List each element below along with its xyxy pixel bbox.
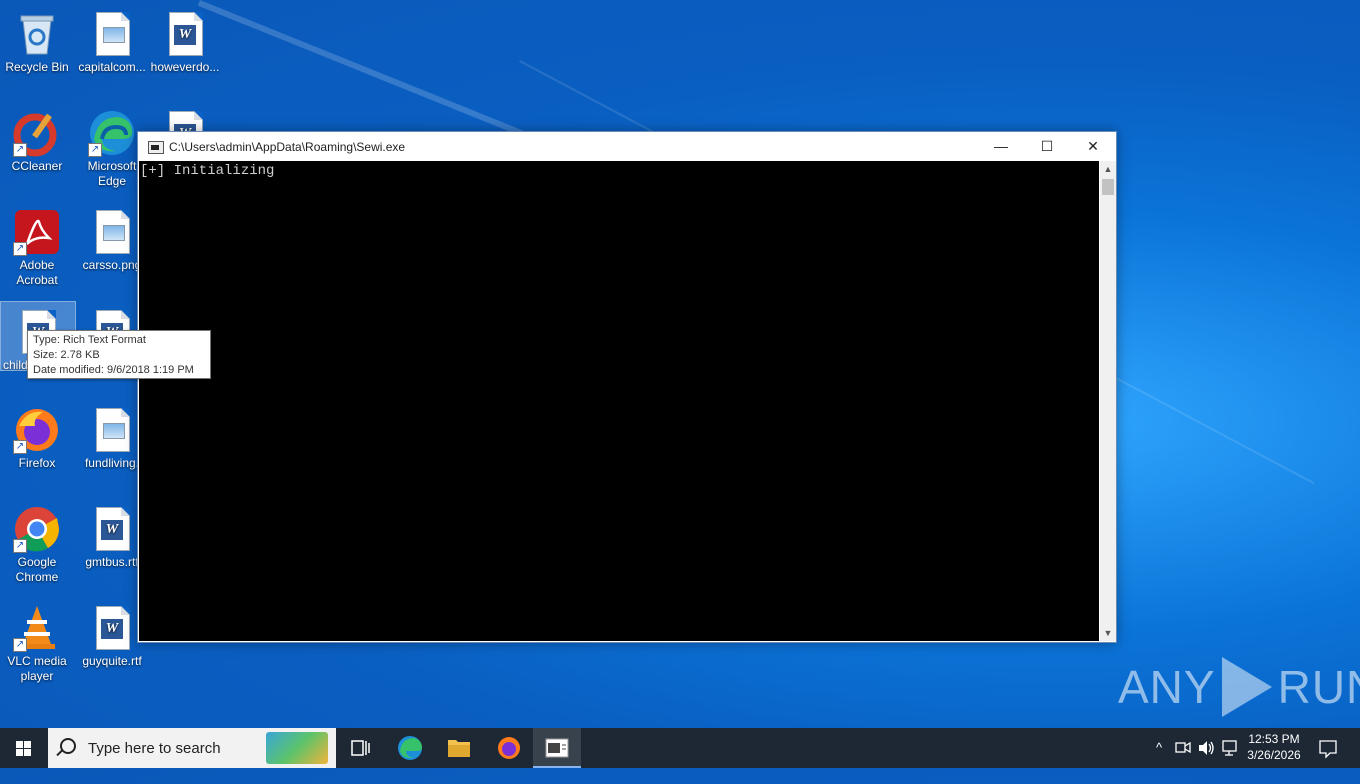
clock-date: 3/26/2026 [1247, 748, 1301, 762]
desktop-icon-howeverdo[interactable]: W howeverdo... [148, 4, 222, 75]
desktop-icon-label: capitalcom... [78, 60, 146, 74]
word-document-icon: W [161, 10, 209, 58]
scroll-down-icon[interactable]: ▼ [1100, 625, 1116, 641]
shortcut-arrow-icon: ↗ [13, 242, 27, 256]
volume-icon[interactable] [1196, 728, 1216, 768]
scroll-up-icon[interactable]: ▲ [1100, 161, 1116, 177]
search-placeholder: Type here to search [88, 740, 221, 757]
desktop-icon-label: howeverdo... [150, 60, 220, 74]
acrobat-icon: ↗ [13, 208, 61, 256]
task-view-icon [351, 740, 370, 756]
desktop-icon-label: Adobe Acrobat [16, 258, 58, 287]
desktop-icon-label: Google Chrome [15, 555, 59, 584]
folder-icon [448, 740, 470, 757]
chrome-icon: ↗ [13, 505, 61, 553]
desktop-icon-adobe-acrobat[interactable]: ↗ Adobe Acrobat [0, 202, 74, 288]
ccleaner-icon: ↗ [13, 109, 61, 157]
tooltip-type: Type: Rich Text Format [33, 334, 146, 346]
start-button[interactable] [0, 728, 48, 768]
console-app-icon [148, 141, 164, 154]
clock-time: 12:53 PM [1248, 732, 1300, 746]
meet-now-icon[interactable] [1173, 728, 1193, 768]
taskbar-edge[interactable] [386, 728, 434, 768]
desktop-icon-label: VLC media player [7, 654, 67, 683]
desktop-icon-label: CCleaner [11, 159, 63, 173]
shortcut-arrow-icon: ↗ [13, 143, 27, 157]
taskbar-clock[interactable]: 12:53 PM 3/26/2026 [1242, 731, 1306, 763]
shortcut-arrow-icon: ↗ [13, 638, 27, 652]
recycle-bin-icon [13, 10, 61, 58]
vlc-icon: ↗ [13, 604, 61, 652]
desktop-icon-vlc[interactable]: ↗ VLC media player [0, 598, 74, 684]
firefox-icon [498, 737, 520, 759]
console-window-title: C:\Users\admin\AppData\Roaming\Sewi.exe [169, 140, 406, 154]
search-highlight-image [266, 732, 328, 764]
taskbar-file-explorer[interactable] [435, 728, 483, 768]
desktop-icon-label: Recycle Bin [5, 60, 69, 74]
desktop-icon-label: Firefox [18, 456, 56, 470]
taskbar: Type here to search ^ 12:53 PM 3/26/2026 [0, 728, 1360, 768]
desktop-icon-label: guyquite.rtf [82, 654, 142, 668]
close-button[interactable]: ✕ [1070, 132, 1116, 161]
watermark-run: RUN [1277, 661, 1360, 713]
tray-chevron-icon[interactable]: ^ [1150, 728, 1168, 768]
console-app-icon [545, 738, 569, 758]
word-document-icon: W [88, 505, 136, 553]
scrollbar-thumb[interactable] [1102, 179, 1114, 195]
network-icon[interactable] [1220, 728, 1240, 768]
firefox-icon: ↗ [13, 406, 61, 454]
tooltip-size: Size: 2.78 KB [33, 349, 100, 361]
desktop-icon-firefox[interactable]: ↗ Firefox [0, 400, 74, 471]
edge-icon [398, 736, 422, 760]
console-output[interactable]: [+] Initializing [139, 161, 1099, 641]
taskbar-console[interactable] [533, 728, 581, 768]
task-view-button[interactable] [336, 728, 384, 768]
image-file-icon [88, 208, 136, 256]
notifications-icon[interactable] [1312, 728, 1344, 768]
desktop-icon-ccleaner[interactable]: ↗ CCleaner [0, 103, 74, 174]
console-window[interactable]: C:\Users\admin\AppData\Roaming\Sewi.exe … [137, 131, 1117, 643]
desktop-icon-recycle-bin[interactable]: Recycle Bin [0, 4, 74, 75]
desktop-icon-capitalcom[interactable]: capitalcom... [75, 4, 149, 75]
play-logo-icon [1221, 657, 1272, 717]
word-document-icon: W [88, 604, 136, 652]
image-file-icon [88, 10, 136, 58]
image-file-icon [88, 406, 136, 454]
shortcut-arrow-icon: ↗ [88, 143, 102, 157]
maximize-button[interactable]: ☐ [1024, 132, 1070, 161]
desktop-icon-google-chrome[interactable]: ↗ Google Chrome [0, 499, 74, 585]
console-scrollbar[interactable]: ▲ ▼ [1100, 161, 1116, 641]
tooltip-modified: Date modified: 9/6/2018 1:19 PM [33, 364, 194, 376]
shortcut-arrow-icon: ↗ [13, 440, 27, 454]
windows-logo-icon [16, 741, 32, 757]
file-tooltip: Type: Rich Text Format Size: 2.78 KB Dat… [27, 330, 211, 379]
search-icon [60, 738, 76, 754]
minimize-button[interactable]: — [978, 132, 1024, 161]
edge-icon: ↗ [88, 109, 136, 157]
watermark-any: ANY [1118, 661, 1216, 713]
console-titlebar[interactable]: C:\Users\admin\AppData\Roaming\Sewi.exe … [138, 132, 1116, 161]
shortcut-arrow-icon: ↗ [13, 539, 27, 553]
taskbar-firefox[interactable] [485, 728, 533, 768]
taskbar-search-box[interactable]: Type here to search [48, 728, 336, 768]
anyrun-watermark: ANY RUN [1118, 655, 1360, 719]
